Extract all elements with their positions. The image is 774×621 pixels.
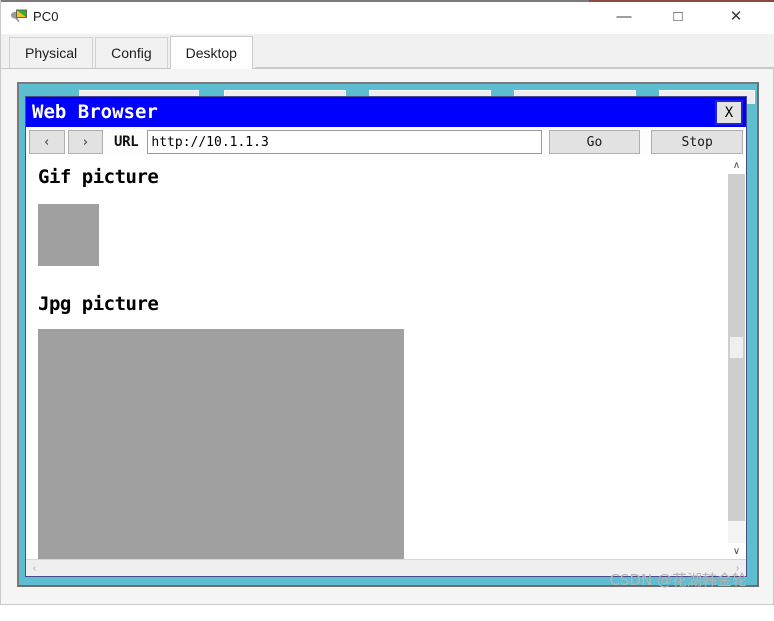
- minimize-button[interactable]: —: [601, 0, 647, 32]
- browser-titlebar: Web Browser X: [26, 97, 746, 127]
- tab-config[interactable]: Config: [95, 37, 168, 68]
- desktop-panel: Web Browser X ‹ › URL http://10.1.1.3 Go: [17, 82, 759, 587]
- minimize-icon: —: [616, 7, 632, 25]
- close-button[interactable]: ✕: [713, 0, 759, 32]
- vertical-scrollbar[interactable]: ∧ ∨: [728, 157, 745, 560]
- go-button-label: Go: [586, 134, 603, 150]
- vertical-scrollbar-track[interactable]: [728, 174, 745, 543]
- forward-button[interactable]: ›: [67, 130, 103, 154]
- chevron-left-small-icon: ‹: [32, 562, 37, 574]
- tab-desktop[interactable]: Desktop: [169, 36, 253, 69]
- pc-device-icon: [10, 8, 28, 26]
- chevron-down-icon: ∨: [732, 546, 741, 557]
- tab-physical[interactable]: Physical: [9, 37, 94, 68]
- browser-title: Web Browser: [32, 101, 158, 123]
- browser-close-button[interactable]: X: [715, 100, 743, 125]
- chevron-right-icon: ›: [81, 134, 90, 150]
- back-button[interactable]: ‹: [29, 130, 65, 154]
- gif-picture-placeholder: [38, 204, 99, 266]
- go-button[interactable]: Go: [548, 130, 641, 154]
- web-browser-window: Web Browser X ‹ › URL http://10.1.1.3 Go: [25, 96, 747, 577]
- application-window: PC0 — □ ✕ Physical Config Desktop Web Br…: [0, 0, 774, 605]
- gif-picture-heading: Gif picture: [38, 166, 159, 188]
- maximize-icon: □: [673, 7, 683, 25]
- browser-toolbar: ‹ › URL http://10.1.1.3 Go Stop: [26, 127, 746, 157]
- tab-strip-filler: [254, 37, 774, 68]
- chevron-up-icon: ∧: [732, 160, 741, 171]
- window-title: PC0: [33, 9, 59, 24]
- stop-button-label: Stop: [681, 134, 713, 150]
- browser-close-icon: X: [724, 104, 734, 121]
- chevron-left-icon: ‹: [42, 134, 51, 150]
- scroll-down-button[interactable]: ∨: [728, 543, 745, 560]
- url-input[interactable]: http://10.1.1.3: [147, 130, 542, 154]
- jpg-picture-heading: Jpg picture: [38, 293, 159, 315]
- maximize-button[interactable]: □: [655, 0, 701, 32]
- tab-desktop-label: Desktop: [185, 45, 237, 61]
- vertical-scrollbar-track-lower[interactable]: [728, 521, 745, 543]
- url-label: URL: [114, 134, 139, 150]
- stop-button[interactable]: Stop: [651, 130, 743, 154]
- tab-strip: Physical Config Desktop: [1, 34, 774, 69]
- jpg-picture-placeholder: [38, 329, 404, 560]
- vertical-scrollbar-thumb[interactable]: [730, 337, 743, 358]
- close-icon: ✕: [729, 7, 743, 25]
- tab-config-label: Config: [111, 45, 152, 61]
- title-bar: PC0 — □ ✕: [1, 0, 774, 34]
- scroll-left-button[interactable]: ‹: [26, 560, 43, 576]
- tab-physical-label: Physical: [25, 45, 78, 61]
- browser-content-area: Gif picture Jpg picture: [26, 157, 729, 560]
- scroll-up-button[interactable]: ∧: [728, 157, 745, 174]
- watermark: CSDN @花湖韩金轮: [609, 571, 747, 589]
